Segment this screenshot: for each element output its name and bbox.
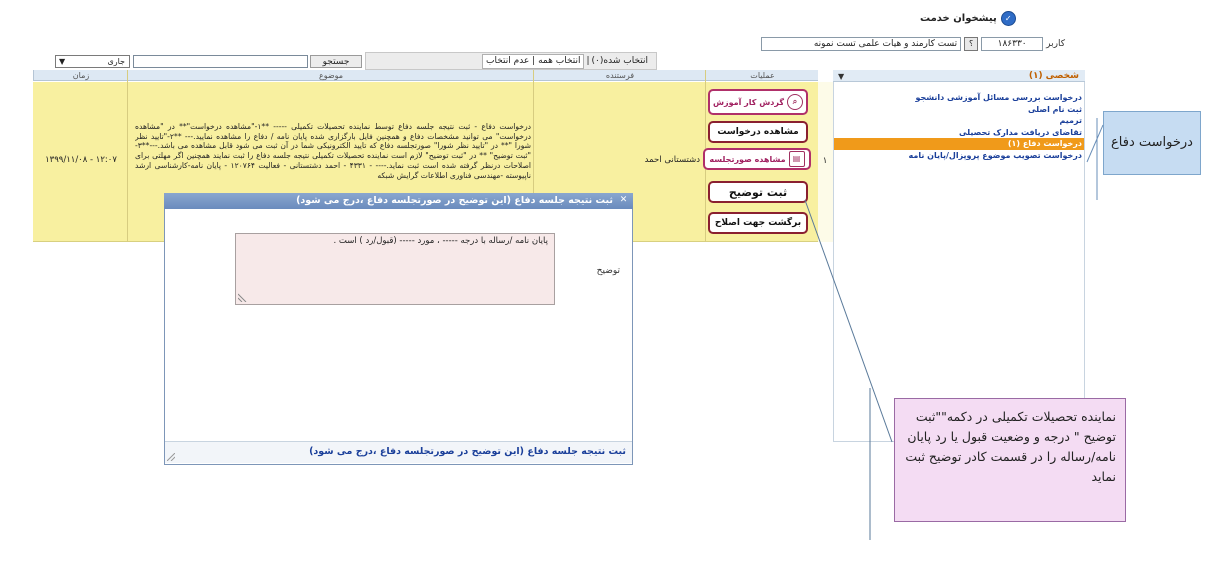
callout-connector-lines xyxy=(804,118,1104,540)
